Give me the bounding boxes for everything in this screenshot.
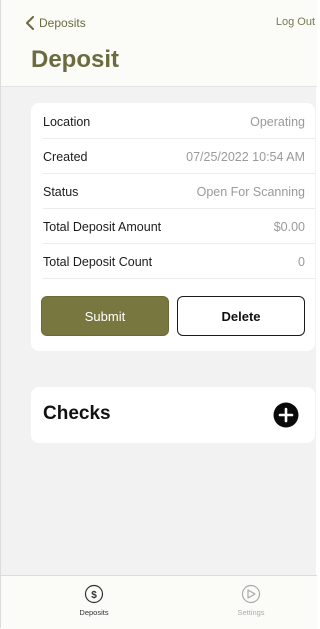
page-title: Deposit bbox=[31, 46, 120, 73]
navigation-header: Deposits Log Out Deposit bbox=[1, 0, 317, 87]
tab-bar: $ Deposits Settings bbox=[1, 575, 317, 629]
logout-button[interactable]: Log Out bbox=[276, 16, 315, 28]
app-screen: Deposits Log Out Deposit Location Operat… bbox=[0, 0, 317, 629]
checks-section: Checks bbox=[31, 387, 315, 443]
delete-button[interactable]: Delete bbox=[177, 296, 305, 336]
detail-label: Total Deposit Amount bbox=[43, 220, 162, 234]
tab-label: Settings bbox=[237, 608, 265, 617]
detail-value: Operating bbox=[250, 115, 305, 129]
svg-text:$: $ bbox=[91, 590, 97, 601]
back-label: Deposits bbox=[39, 16, 86, 30]
detail-label: Created bbox=[43, 150, 88, 164]
detail-row-total-count: Total Deposit Count 0 bbox=[43, 245, 315, 279]
detail-row-created: Created 07/25/2022 10:54 AM bbox=[43, 140, 315, 174]
detail-value: Open For Scanning bbox=[196, 185, 305, 199]
detail-value: $0.00 bbox=[273, 220, 305, 234]
detail-value: 07/25/2022 10:54 AM bbox=[186, 150, 305, 164]
back-button[interactable]: Deposits bbox=[25, 14, 86, 32]
tab-label: Deposits bbox=[79, 608, 109, 617]
detail-label: Status bbox=[43, 185, 79, 199]
detail-label: Total Deposit Count bbox=[43, 255, 153, 269]
detail-row-total-amount: Total Deposit Amount $0.00 bbox=[43, 210, 315, 244]
dollar-circle-icon: $ bbox=[84, 584, 104, 604]
add-check-icon[interactable] bbox=[273, 402, 299, 428]
detail-value: 0 bbox=[298, 255, 305, 269]
deposit-details-card: Location Operating Created 07/25/2022 10… bbox=[31, 103, 315, 351]
detail-row-location: Location Operating bbox=[43, 105, 315, 139]
submit-button[interactable]: Submit bbox=[41, 296, 169, 336]
tab-deposits[interactable]: $ Deposits bbox=[49, 584, 139, 617]
chevron-left-icon bbox=[26, 16, 34, 30]
tab-settings[interactable]: Settings bbox=[206, 584, 296, 617]
detail-label: Location bbox=[43, 115, 91, 129]
detail-row-status: Status Open For Scanning bbox=[43, 175, 315, 209]
settings-icon bbox=[241, 584, 261, 604]
checks-title: Checks bbox=[43, 403, 111, 424]
